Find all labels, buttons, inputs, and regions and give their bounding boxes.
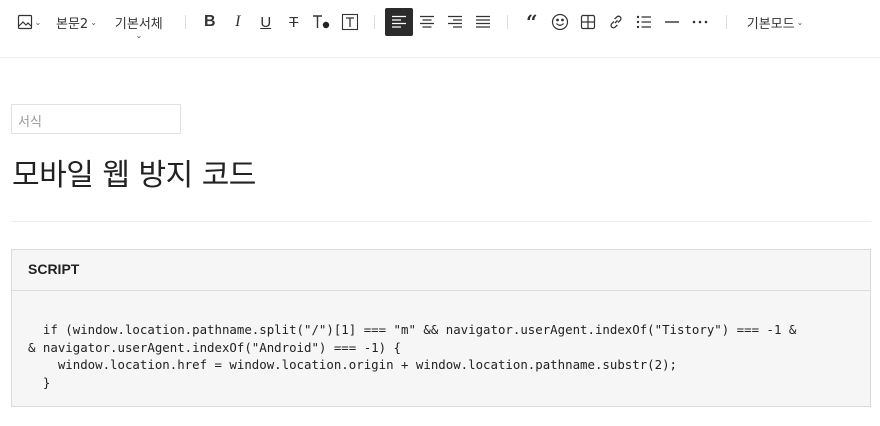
code-language-label: SCRIPT [28, 261, 80, 277]
table-icon [580, 14, 596, 30]
editor-mode-label: 기본모드 [746, 16, 795, 32]
code-block-body[interactable]: if (window.location.pathname.split("/")[… [12, 291, 870, 391]
code-line: } [28, 374, 51, 390]
bold-button[interactable]: B [196, 8, 224, 36]
font-family-label: 기본서체 [114, 16, 163, 32]
toolbar-divider [184, 15, 186, 29]
align-justify-button[interactable] [469, 8, 497, 36]
horizontal-line-icon [664, 20, 680, 24]
emoticon-button[interactable] [546, 8, 574, 36]
text-color-icon [312, 14, 332, 30]
link-icon [608, 14, 624, 30]
align-center-button[interactable] [413, 8, 441, 36]
post-title[interactable]: 모바일 웹 방지 코드 [12, 150, 256, 194]
more-horizontal-icon [692, 20, 708, 24]
text-background-button[interactable] [336, 8, 364, 36]
link-button[interactable] [602, 8, 630, 36]
format-select-placeholder: 서식 [18, 115, 42, 130]
quote-icon: “ [525, 10, 538, 34]
align-left-icon [391, 15, 407, 29]
editor-toolbar: ⌄ 본문2 ⌄ 기본서체 ⌄ B I U T “ 기본모드 ⌄ [0, 0, 880, 44]
code-block-header: SCRIPT [12, 250, 870, 291]
code-line: window.location.href = window.location.o… [28, 357, 678, 372]
code-line: & navigator.userAgent.indexOf("Android")… [28, 339, 401, 355]
bullet-list-icon [636, 15, 652, 29]
align-right-icon [447, 15, 463, 29]
paragraph-style-label: 본문2 [56, 16, 89, 32]
align-right-button[interactable] [441, 8, 469, 36]
font-family-dropdown[interactable]: 기본서체 ⌄ [113, 8, 165, 41]
italic-icon: I [235, 13, 241, 30]
title-divider [11, 221, 871, 222]
image-icon [17, 14, 33, 30]
quote-button[interactable]: “ [518, 8, 546, 36]
toolbar-divider-line [0, 57, 880, 58]
insert-image-button[interactable]: ⌄ [12, 8, 46, 36]
chevron-down-icon: ⌄ [34, 17, 42, 27]
align-justify-icon [475, 15, 491, 29]
underline-icon: U [260, 13, 272, 31]
toolbar-divider [725, 15, 727, 29]
format-select[interactable]: 서식 [11, 104, 181, 134]
toolbar-divider [506, 15, 508, 29]
strikethrough-button[interactable]: T [280, 8, 308, 36]
underline-button[interactable]: U [252, 8, 280, 36]
toolbar-divider [373, 15, 375, 29]
paragraph-style-dropdown[interactable]: 본문2 ⌄ [54, 8, 99, 36]
italic-button[interactable]: I [224, 8, 252, 36]
editor-mode-dropdown[interactable]: 기본모드 ⌄ [745, 8, 806, 36]
chevron-down-icon: ⌄ [90, 17, 97, 27]
align-center-icon [419, 15, 435, 29]
strikethrough-icon: T [289, 13, 299, 31]
smile-icon [551, 13, 569, 31]
more-options-button[interactable] [686, 8, 714, 36]
text-color-button[interactable] [308, 8, 336, 36]
chevron-down-icon: ⌄ [135, 31, 143, 40]
align-left-button[interactable] [384, 8, 413, 36]
chevron-down-icon: ⌄ [796, 17, 804, 27]
text-background-icon [341, 13, 359, 31]
bold-icon: B [203, 13, 216, 30]
code-line: if (window.location.pathname.split("/")[… [28, 322, 797, 337]
table-button[interactable] [574, 8, 602, 36]
bullet-list-button[interactable] [630, 8, 658, 36]
code-block[interactable]: SCRIPT if (window.location.pathname.spli… [11, 249, 871, 407]
horizontal-rule-button[interactable] [658, 8, 686, 36]
